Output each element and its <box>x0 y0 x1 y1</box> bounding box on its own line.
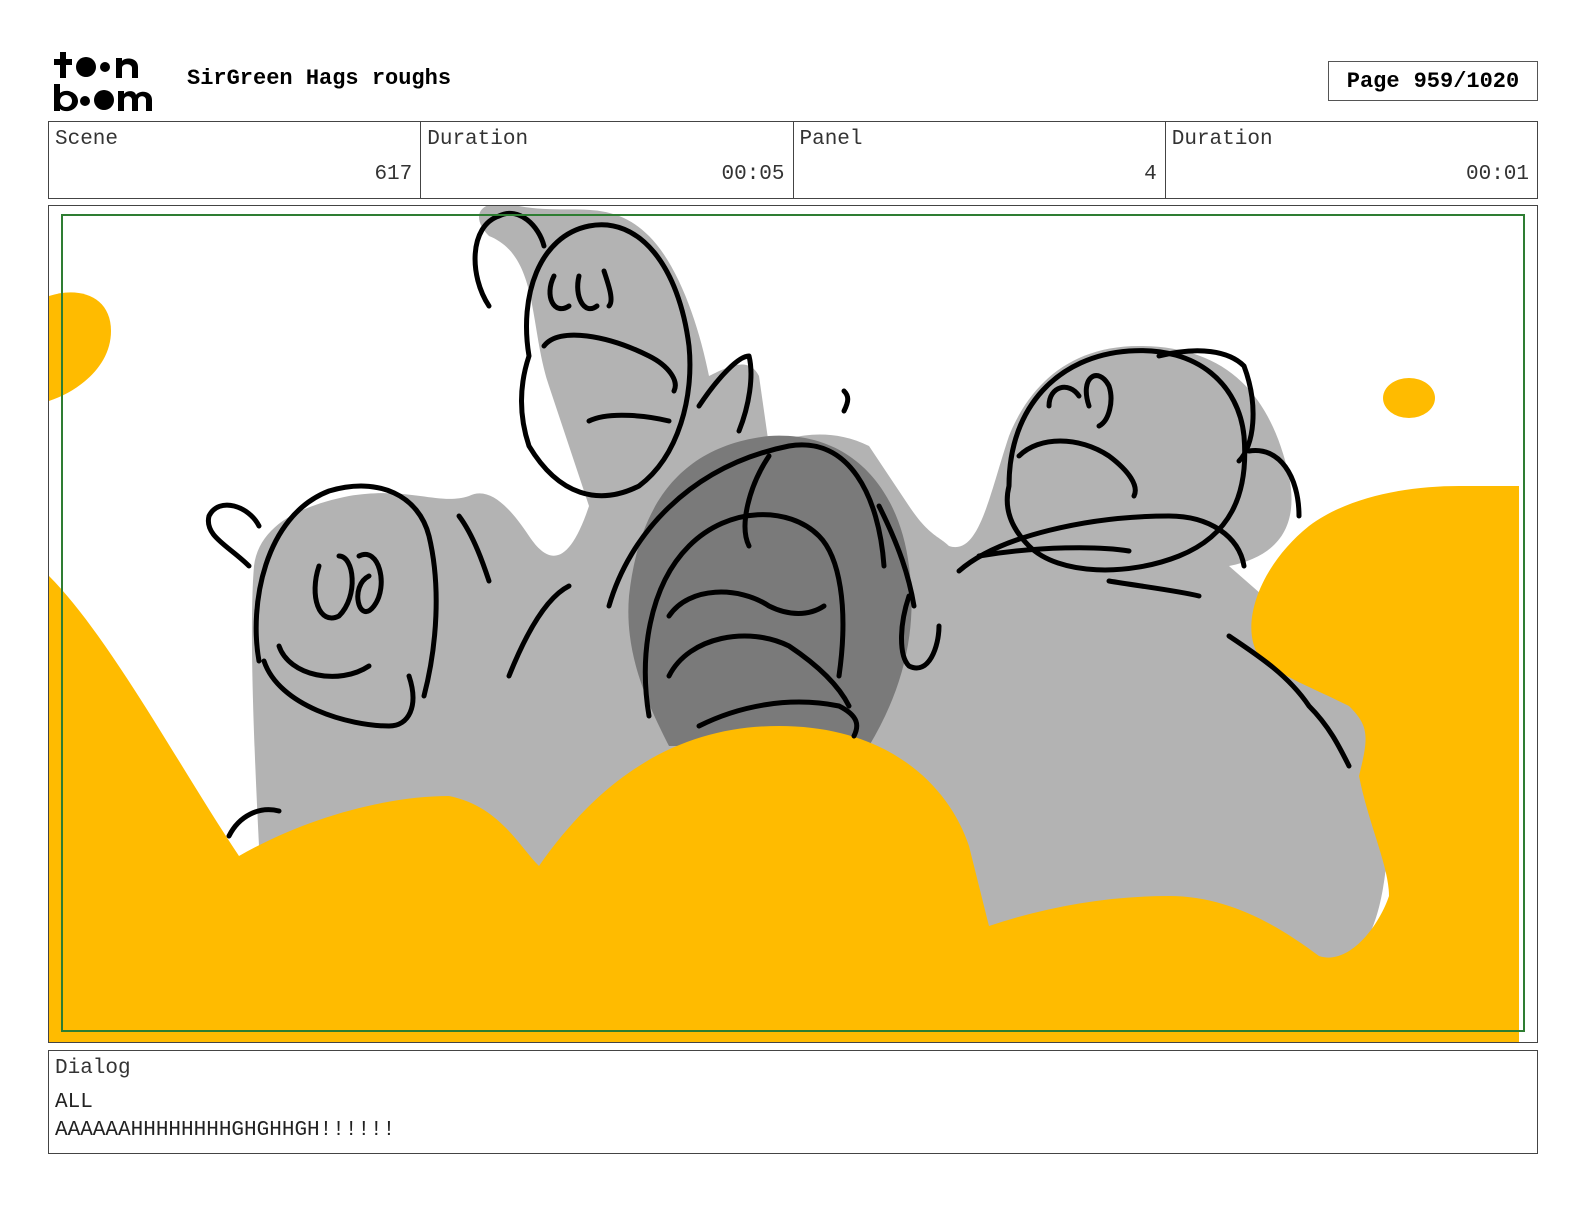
yellow-dot-right <box>1383 378 1435 418</box>
toon-boom-logo <box>52 50 164 112</box>
dialog-text: ALL AAAAAAHHHHHHHHGHGHHGH!!!!!! <box>55 1089 395 1145</box>
storyboard-panel <box>48 205 1538 1043</box>
scene-cell: Scene 617 <box>49 122 422 198</box>
panel-drawing <box>49 206 1519 1042</box>
panel-duration-label: Duration <box>1171 128 1273 151</box>
dialog-character: ALL <box>55 1091 93 1114</box>
project-title: SirGreen Hags roughs <box>187 66 452 91</box>
scene-duration-label: Duration <box>427 128 529 151</box>
page-indicator: Page 959/1020 <box>1328 61 1538 101</box>
scene-label: Scene <box>55 128 119 151</box>
scene-duration-value: 00:05 <box>721 163 785 186</box>
panel-duration-cell: Duration 00:01 <box>1166 122 1537 198</box>
scene-info-row: Scene 617 Duration 00:05 Panel 4 Duratio… <box>48 121 1538 199</box>
scene-duration-cell: Duration 00:05 <box>421 122 794 198</box>
yellow-blob-top-left <box>49 292 111 401</box>
dialog-box: Dialog ALL AAAAAAHHHHHHHHGHGHHGH!!!!!! <box>48 1050 1538 1154</box>
panel-cell: Panel 4 <box>794 122 1166 198</box>
page-label: Page <box>1346 68 1400 94</box>
scene-value: 617 <box>374 163 413 186</box>
panel-label: Panel <box>799 128 863 151</box>
dialog-line: AAAAAAHHHHHHHHGHGHHGH!!!!!! <box>55 1119 396 1142</box>
page-number: 959/1020 <box>1413 68 1520 94</box>
dialog-label: Dialog <box>55 1057 131 1080</box>
panel-duration-value: 00:01 <box>1465 163 1529 186</box>
panel-value: 4 <box>1144 163 1157 186</box>
